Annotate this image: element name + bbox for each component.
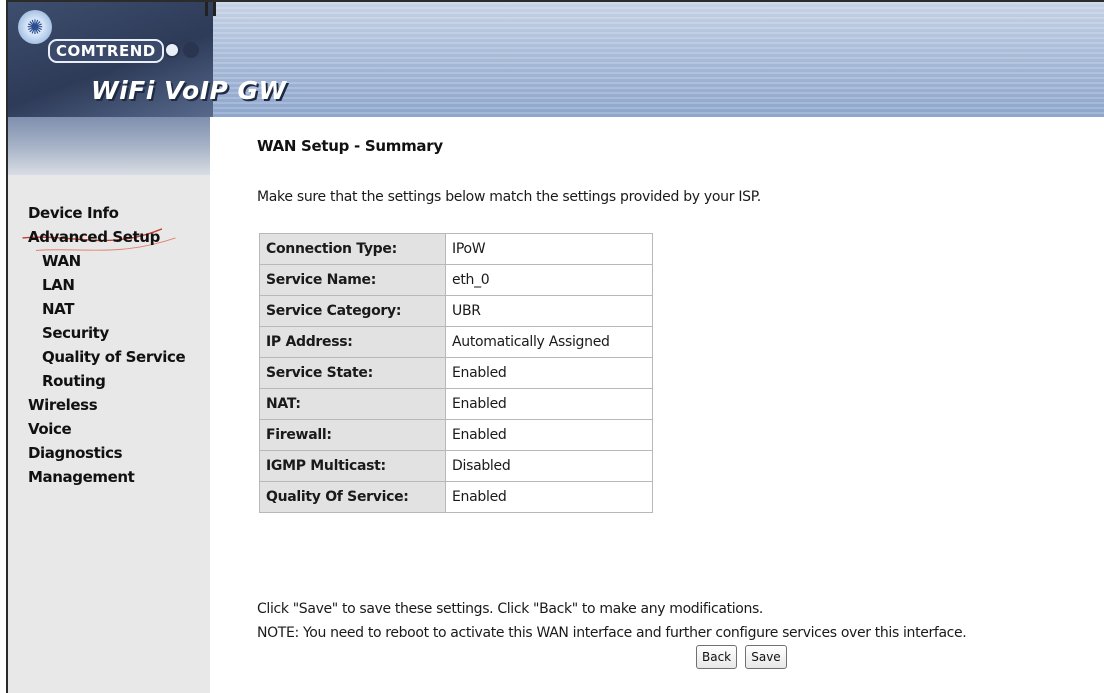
sidebar-nav: Device Info Advanced Setup WAN LAN NAT Securi… [8, 201, 210, 489]
field-label: IP Address: [259, 326, 446, 358]
header-banner: ✺ COMTREND WiFi VoIP GW [8, 2, 1104, 117]
sidebar-item-quality-of-service[interactable]: Quality of Service [8, 345, 210, 369]
sidebar: Device Info Advanced Setup WAN LAN NAT Securi… [8, 117, 210, 693]
sidebar-item-diagnostics[interactable]: Diagnostics [8, 441, 210, 465]
banner-divider [205, 2, 208, 16]
field-value: eth_0 [445, 264, 653, 296]
table-row: Service Name: eth_0 [259, 264, 653, 296]
field-value: Enabled [445, 419, 653, 451]
sidebar-item-wireless[interactable]: Wireless [8, 393, 210, 417]
table-row: Quality Of Service: Enabled [259, 481, 653, 513]
field-label: Connection Type: [259, 233, 446, 265]
summary-table: Connection Type: IPoW Service Name: eth_0 Se… [259, 233, 653, 513]
sidebar-item-routing[interactable]: Routing [8, 369, 210, 393]
field-value: UBR [445, 295, 653, 327]
sidebar-item-security[interactable]: Security [8, 321, 210, 345]
table-row: IGMP Multicast: Disabled [259, 450, 653, 482]
field-value: Disabled [445, 450, 653, 482]
field-value: Enabled [445, 481, 653, 513]
button-bar: Back Save [696, 645, 790, 669]
table-row: NAT: Enabled [259, 388, 653, 420]
sidebar-header-graphic [8, 117, 210, 251]
brand-dots-icon [164, 42, 202, 62]
table-row: Connection Type: IPoW [259, 233, 653, 265]
notes: Click "Save" to save these settings. Cli… [257, 597, 967, 645]
table-row: IP Address: Automatically Assigned [259, 326, 653, 358]
logo-flower-icon: ✺ [18, 10, 52, 44]
field-label: Service State: [259, 357, 446, 389]
sidebar-item-nat[interactable]: NAT [8, 297, 210, 321]
field-label: IGMP Multicast: [259, 450, 446, 482]
save-button[interactable]: Save [745, 645, 787, 669]
sidebar-item-wan[interactable]: WAN [8, 249, 210, 273]
page-title: WAN Setup - Summary [257, 137, 443, 155]
sidebar-item-lan[interactable]: LAN [8, 273, 210, 297]
field-value: Enabled [445, 357, 653, 389]
field-value: Automatically Assigned [445, 326, 653, 358]
sidebar-item-advanced-setup[interactable]: Advanced Setup [8, 225, 210, 249]
product-name: WiFi VoIP GW [91, 76, 287, 105]
sidebar-item-device-info[interactable]: Device Info [8, 201, 210, 225]
brand-logo: COMTREND [48, 39, 164, 63]
field-label: NAT: [259, 388, 446, 420]
field-label: Service Category: [259, 295, 446, 327]
save-instructions: Click "Save" to save these settings. Cli… [257, 601, 764, 617]
banner-divider [213, 2, 216, 16]
reboot-note: NOTE: You need to reboot to activate thi… [257, 625, 967, 641]
table-row: Firewall: Enabled [259, 419, 653, 451]
field-label: Service Name: [259, 264, 446, 296]
intro-text: Make sure that the settings below match … [257, 189, 761, 205]
field-value: IPoW [445, 233, 653, 265]
field-value: Enabled [445, 388, 653, 420]
sidebar-item-voice[interactable]: Voice [8, 417, 210, 441]
back-button[interactable]: Back [696, 645, 738, 669]
table-row: Service Category: UBR [259, 295, 653, 327]
table-row: Service State: Enabled [259, 357, 653, 389]
field-label: Firewall: [259, 419, 446, 451]
sidebar-item-management[interactable]: Management [8, 465, 210, 489]
field-label: Quality Of Service: [259, 481, 446, 513]
